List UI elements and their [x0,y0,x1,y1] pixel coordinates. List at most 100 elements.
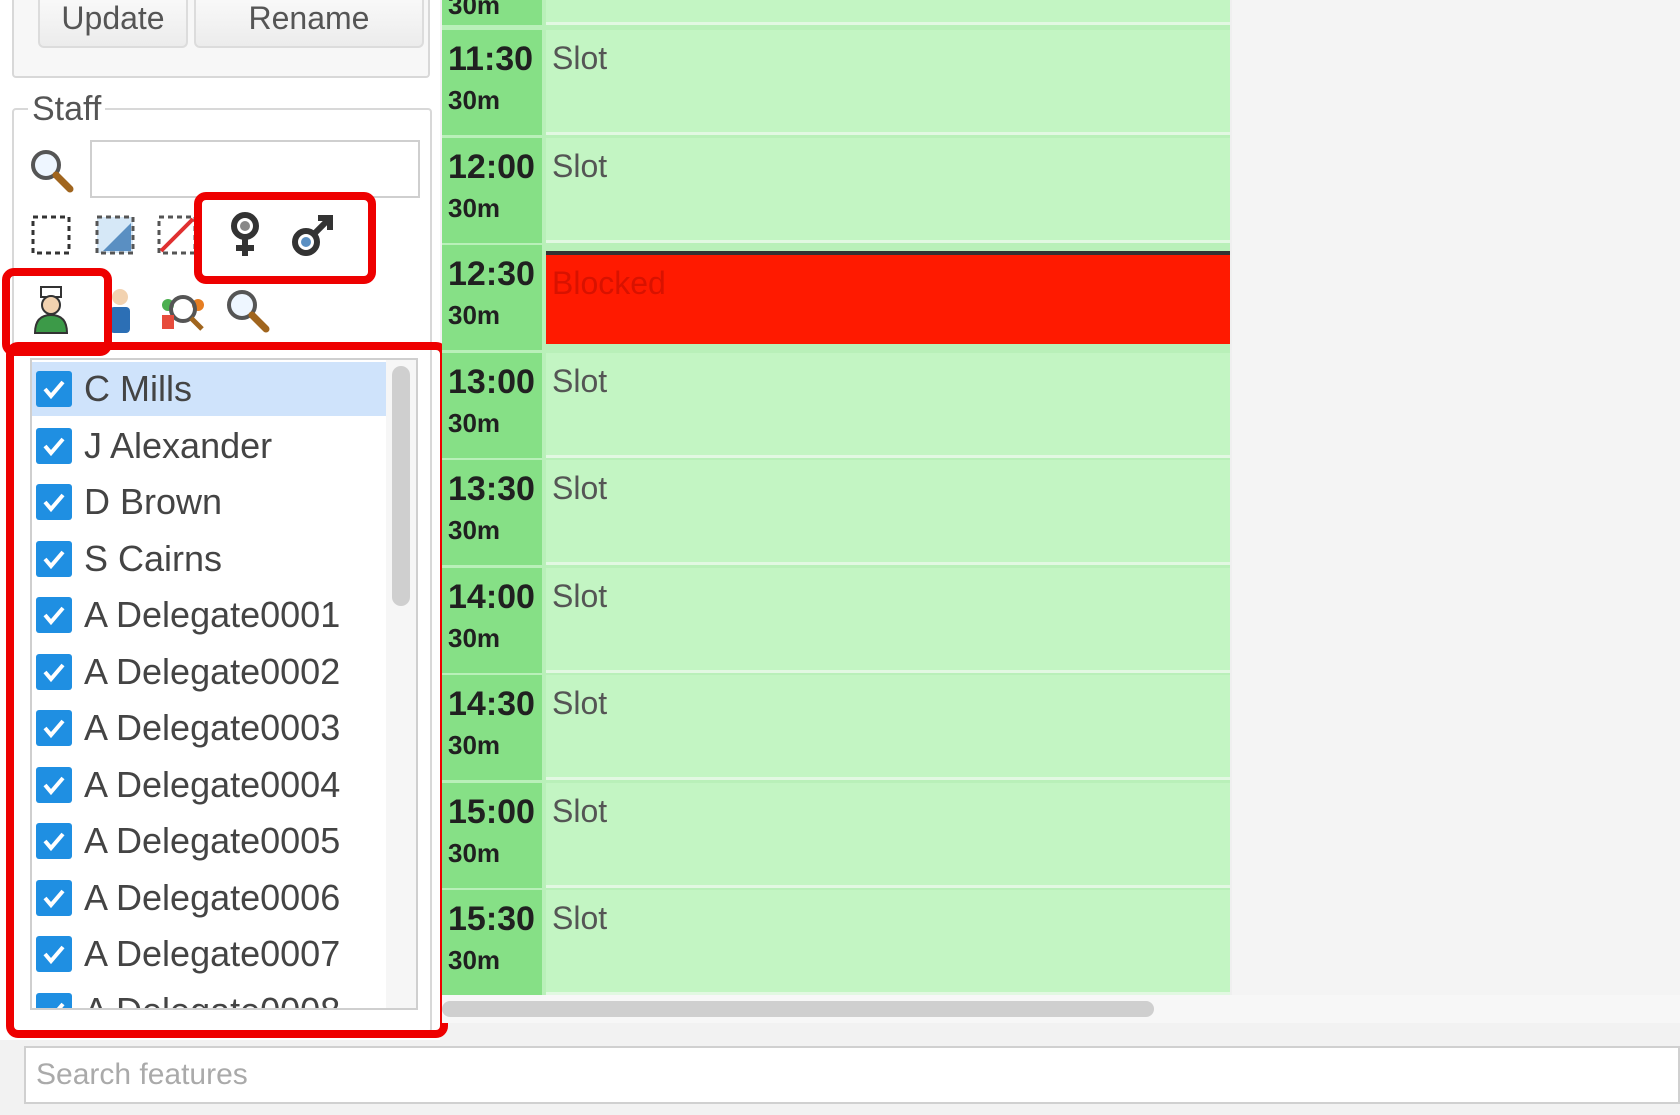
female-icon[interactable] [220,210,270,260]
staff-search-input[interactable] [90,140,420,198]
search-features-input[interactable] [24,1046,1680,1104]
slot-label: Slot [552,577,608,614]
slot-label: Slot [552,470,608,506]
slot-time: 15:00 [448,792,535,831]
slot-time: 15:30 [448,900,535,938]
staff-checkbox[interactable] [36,710,72,746]
staff-list-item[interactable]: A Delegate0002 [32,645,387,699]
staff-checkbox[interactable] [36,936,72,972]
schedule-slot-row: 15:00 30m Slot [442,782,1230,888]
staff-name: J Alexander [84,424,273,466]
time-cell: 13:00 30m [442,352,542,458]
time-cell: 12:30 30m [442,245,542,350]
schedule-scroll-thumb[interactable] [442,1001,1154,1017]
time-cell: 11:30 30m [442,30,542,135]
available-slot[interactable]: Slot [546,567,1230,673]
slot-time: 13:30 [448,470,535,508]
slot-time: 14:30 [448,685,535,723]
staff-person-icon[interactable] [95,285,145,335]
slot-time: 12:30 [448,255,535,293]
staff-name: A Delegate0008 [84,989,341,1010]
staff-checkbox[interactable] [36,540,72,577]
available-slot[interactable]: Slot [546,460,1230,565]
slot-label: Slot [552,40,608,76]
slot-label: Slot [552,362,608,399]
select-none-icon[interactable] [26,210,76,260]
schedule-slot-row: 14:00 30m Slot [442,567,1230,673]
staff-checkbox[interactable] [36,371,72,407]
slot-duration: 30m [448,407,501,438]
time-cell: 15:00 30m [442,782,542,888]
clear-selection-icon[interactable] [152,210,202,260]
schedule-slot-row: 13:00 30m Slot [442,352,1230,458]
available-slot[interactable]: Slot [546,890,1230,995]
staff-name: A Delegate0004 [84,763,341,805]
male-icon[interactable] [288,210,338,260]
update-button[interactable]: Update [38,0,188,48]
slot-duration: 30m [448,837,501,868]
staff-name: S Cairns [84,537,223,579]
partial-slot-cell[interactable] [546,0,1230,25]
staff-name: A Delegate0006 [84,876,341,918]
doctor-icon[interactable] [26,285,76,335]
time-cell: 12:00 30m [442,137,542,243]
available-slot[interactable]: Slot [546,30,1230,135]
staff-name: A Delegate0007 [84,933,341,974]
time-cell: 14:00 30m [442,567,542,673]
staff-checkbox[interactable] [36,484,72,520]
staff-checkbox[interactable] [36,879,72,916]
staff-list-item[interactable]: A Delegate0003 [32,701,387,755]
blocked-slot[interactable]: Blocked [546,251,1230,344]
staff-checkbox[interactable] [36,653,72,690]
top-button-group: Update Rename [12,0,430,78]
group-search-icon[interactable] [158,285,208,335]
staff-name: A Delegate0003 [84,707,341,748]
staff-list-item[interactable]: C Mills [32,362,387,416]
slot-time: 14:00 [448,577,535,616]
staff-list[interactable]: C Mills J Alexander D Brown S Cairns A Deleg… [30,358,418,1010]
staff-list-item[interactable]: A Delegate0007 [32,927,387,981]
staff-checkbox[interactable] [36,766,72,803]
staff-checkbox[interactable] [36,427,72,464]
staff-checkbox[interactable] [36,992,72,1008]
rename-button[interactable]: Rename [194,0,424,48]
schedule-slot-row: 12:30 30m Blocked [442,245,1230,350]
search-icon[interactable] [222,285,272,335]
staff-name: A Delegate0005 [84,820,341,861]
available-slot[interactable]: Slot [546,675,1230,780]
staff-list-scroll-thumb[interactable] [392,366,410,606]
available-slot[interactable]: Slot [546,352,1230,458]
slot-duration: 30m [448,730,501,760]
slot-label: Slot [552,900,608,936]
partial-slot-duration: 30m [448,0,501,20]
staff-search-icon [26,145,76,195]
staff-list-item[interactable]: J Alexander [32,419,387,473]
slot-label: Slot [552,792,608,829]
slot-duration: 30m [448,85,501,115]
staff-checkbox[interactable] [36,823,72,859]
slot-duration: 30m [448,622,501,653]
available-slot[interactable]: Slot [546,782,1230,888]
staff-list-item[interactable]: A Delegate0005 [32,814,387,868]
staff-list-item[interactable]: D Brown [32,475,387,529]
select-all-icon[interactable] [90,210,140,260]
staff-list-item[interactable]: A Delegate0001 [32,588,387,642]
staff-list-item[interactable]: A Delegate0006 [32,871,387,925]
schedule-empty-area [1232,0,1680,995]
schedule-grid: 30m 11:30 30m Slot 12:00 30m Slot 12:30 30m Bloc… [442,0,1680,1000]
slot-time: 11:30 [448,40,534,78]
staff-name: A Delegate0001 [84,594,341,635]
slot-label: Slot [552,147,608,184]
schedule-slot-row: 14:30 30m Slot [442,675,1230,780]
staff-list-item[interactable]: A Delegate0004 [32,758,387,812]
staff-list-item[interactable]: S Cairns [32,532,387,586]
time-cell: 14:30 30m [442,675,542,780]
partial-slot-row: 30m [442,0,1230,25]
available-slot[interactable]: Slot [546,137,1230,243]
staff-list-item[interactable]: A Delegate0008 [32,984,387,1010]
staff-group-title: Staff [28,90,106,129]
staff-name: C Mills [84,368,192,409]
staff-checkbox[interactable] [36,597,72,633]
staff-list-scrollbar[interactable] [386,360,416,1008]
schedule-horizontal-scrollbar[interactable] [442,995,1680,1023]
